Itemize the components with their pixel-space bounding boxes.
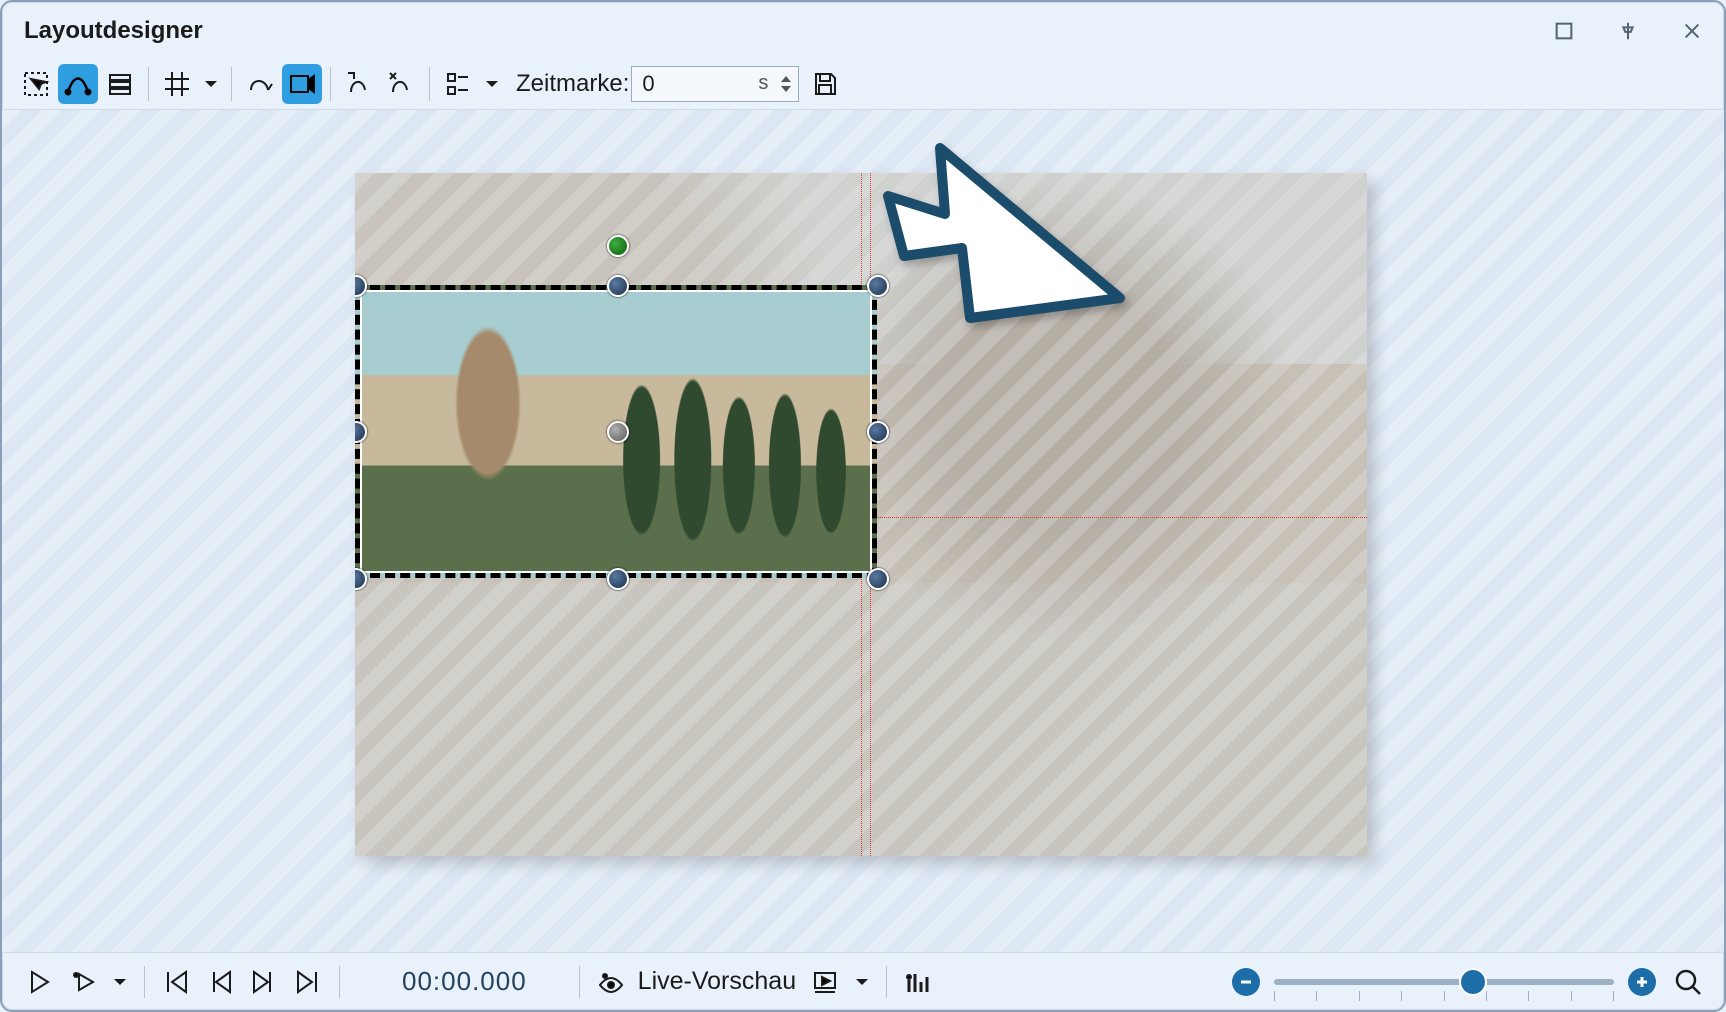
timecode-display: 00:00.000 — [402, 966, 527, 997]
align-dropdown-icon[interactable] — [480, 76, 504, 92]
grid-dropdown-icon[interactable] — [199, 76, 223, 92]
curve-tool-icon[interactable] — [58, 64, 98, 104]
time-unit: s — [758, 72, 768, 95]
selection-tool-icon[interactable] — [16, 64, 56, 104]
time-label: Zeitmarke: — [516, 70, 629, 98]
video-clip[interactable] — [355, 173, 1367, 856]
toolbar-separator — [886, 966, 887, 998]
resize-handle-se[interactable] — [867, 568, 889, 590]
cursor-arrow-icon — [880, 118, 1140, 378]
resize-handle-s[interactable] — [607, 568, 629, 590]
spinner-down-icon[interactable] — [780, 84, 792, 94]
toolbar-separator — [148, 67, 149, 101]
title-bar: Layoutdesigner — [2, 2, 1724, 60]
window-buttons — [1546, 13, 1710, 49]
rotation-handle[interactable] — [607, 235, 629, 257]
save-icon[interactable] — [805, 64, 845, 104]
grid-tool-icon[interactable] — [157, 64, 197, 104]
zoom-ticks — [1274, 991, 1614, 1001]
step-back-icon[interactable] — [201, 963, 239, 1001]
skip-end-icon[interactable] — [289, 963, 327, 1001]
histogram-icon[interactable] — [899, 963, 937, 1001]
live-preview-eye-icon[interactable] — [592, 963, 630, 1001]
keyframe-add-icon[interactable] — [339, 64, 379, 104]
step-forward-icon[interactable] — [245, 963, 283, 1001]
toolbar-separator — [144, 966, 145, 998]
top-toolbar: Zeitmarke: 0 s — [2, 60, 1724, 110]
layers-tool-icon[interactable] — [100, 64, 140, 104]
center-handle[interactable] — [607, 421, 629, 443]
zoom-slider[interactable] — [1274, 979, 1614, 985]
align-tool-icon[interactable] — [438, 64, 478, 104]
zoom-controls — [1232, 964, 1706, 1000]
camera-frame-tool-icon[interactable] — [282, 64, 322, 104]
toolbar-separator — [231, 67, 232, 101]
zoom-in-button[interactable] — [1628, 968, 1656, 996]
play-from-button-icon[interactable] — [64, 963, 102, 1001]
pin-button[interactable] — [1610, 13, 1646, 49]
keyframe-remove-icon[interactable] — [381, 64, 421, 104]
canvas-area[interactable] — [2, 110, 1724, 952]
layout-designer-window: Layoutdesigner — [0, 0, 1726, 1012]
zoom-out-button[interactable] — [1232, 968, 1260, 996]
path-tool-icon[interactable] — [240, 64, 280, 104]
toolbar-separator — [579, 966, 580, 998]
window-title: Layoutdesigner — [24, 17, 203, 45]
resize-handle-n[interactable] — [607, 275, 629, 297]
play-dropdown-icon[interactable] — [108, 974, 132, 990]
bottom-toolbar: 00:00.000 Live-Vorschau — [2, 952, 1724, 1010]
resize-handle-e[interactable] — [867, 421, 889, 443]
zoom-fit-icon[interactable] — [1670, 964, 1706, 1000]
time-input[interactable]: 0 s — [631, 66, 799, 102]
live-preview-play-icon[interactable] — [806, 963, 844, 1001]
toolbar-separator — [339, 966, 340, 998]
time-spinner[interactable] — [780, 74, 792, 94]
live-preview-label: Live-Vorschau — [638, 967, 796, 996]
toolbar-separator — [330, 67, 331, 101]
play-button-icon[interactable] — [20, 963, 58, 1001]
spinner-up-icon[interactable] — [780, 74, 792, 84]
toolbar-separator — [429, 67, 430, 101]
time-value: 0 — [642, 71, 654, 97]
live-preview-dropdown-icon[interactable] — [850, 974, 874, 990]
close-button[interactable] — [1674, 13, 1710, 49]
skip-start-icon[interactable] — [157, 963, 195, 1001]
maximize-button[interactable] — [1546, 13, 1582, 49]
